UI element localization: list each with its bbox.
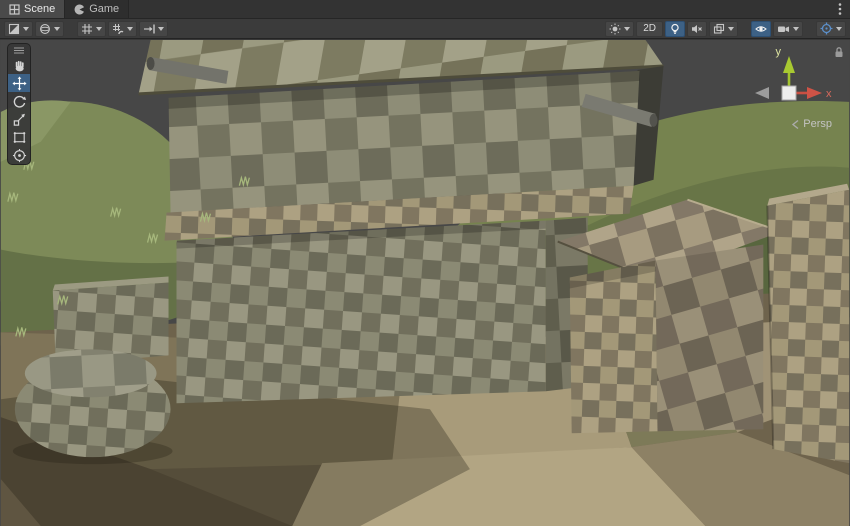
scene-view-toolbar: 2D [0,19,850,39]
tool-settings-icon [8,23,20,35]
tool-settings-button[interactable] [4,21,33,37]
small-house[interactable] [558,200,782,434]
checker-pillar[interactable] [767,184,849,463]
camera-icon [777,23,790,35]
transform-tool-icon [12,148,27,163]
grid-visibility-button[interactable] [77,21,106,37]
dropdown-caret-icon [728,27,734,31]
dropdown-caret-icon [624,27,630,31]
tab-game[interactable]: Game [65,0,129,18]
dropdown-caret-icon [158,27,164,31]
snap-grid-button[interactable] [108,21,137,37]
2d-toggle-label: 2D [640,24,659,34]
move-tool-icon [12,76,27,91]
tab-game-label: Game [89,3,119,15]
axis-neg-x-handle[interactable] [755,87,769,99]
orientation-gizmo[interactable]: y x [742,42,838,114]
gizmos-crosshair-icon [820,22,833,35]
vertical-dots-icon [838,2,842,16]
snap-grid-icon [112,23,124,35]
scene-lighting-sun-button[interactable] [605,21,634,37]
gizmo-center-cube[interactable] [782,86,796,100]
dropdown-caret-icon [836,27,842,31]
scene-lighting-sun-icon [609,23,621,35]
unity-scene-view-window: Scene Game [0,0,850,526]
snap-increment-button[interactable] [139,21,168,37]
grid-visibility-icon [81,23,93,35]
tab-scene-label: Scene [24,3,55,15]
tool-move-button[interactable] [8,74,30,92]
effects-layers-icon [713,23,725,35]
drag-handle-icon [13,46,25,54]
visibility-eye-icon [755,23,767,35]
tool-palette [7,43,31,165]
lock-icon [833,46,845,58]
dropdown-caret-icon [23,27,29,31]
window-menu-button[interactable] [830,0,850,18]
tab-scene[interactable]: Scene [0,0,65,18]
gizmos-menu-button[interactable] [816,21,846,37]
axis-y-handle[interactable] [783,56,795,87]
tab-bar: Scene Game [0,0,850,19]
tool-rect-button[interactable] [8,128,30,146]
scene-grid-icon [9,4,20,15]
axis-y-label: y [776,46,782,58]
2d-toggle-button[interactable]: 2D [636,21,663,37]
tool-scale-button[interactable] [8,110,30,128]
dropdown-caret-icon [96,27,102,31]
scene-camera-button[interactable] [773,21,803,37]
hand-icon [12,58,27,73]
draw-mode-button[interactable] [35,21,64,37]
draw-mode-sphere-icon [39,23,51,35]
scene-lighting-toggle-button[interactable] [665,21,685,37]
projection-label: Persp [803,118,832,130]
audio-mute-icon [691,23,703,35]
scale-tool-icon [12,112,27,127]
game-pacman-icon [74,4,85,15]
lightbulb-icon [669,23,681,35]
tool-transform-button[interactable] [8,146,30,164]
axis-x-handle[interactable] [796,87,822,99]
dropdown-caret-icon [793,27,799,31]
snap-increment-icon [143,23,155,35]
dropdown-caret-icon [127,27,133,31]
rect-tool-icon [12,130,27,145]
scene-visibility-toggle-button[interactable] [751,21,771,37]
rotate-tool-icon [12,94,27,109]
persp-chevron-icon [791,119,800,130]
tool-pan-view-button[interactable] [8,56,30,74]
scene-audio-toggle-button[interactable] [687,21,707,37]
tool-rotate-button[interactable] [8,92,30,110]
projection-toggle[interactable]: Persp [791,118,832,130]
scene-viewport[interactable]: y x Persp [0,40,850,526]
palette-drag-handle[interactable] [8,44,30,56]
dropdown-caret-icon [54,27,60,31]
scene-3d-render[interactable] [0,40,850,526]
scene-effects-button[interactable] [709,21,738,37]
round-mound[interactable] [13,349,173,464]
axis-x-label: x [826,88,832,100]
gizmo-lock-button[interactable] [833,45,845,57]
